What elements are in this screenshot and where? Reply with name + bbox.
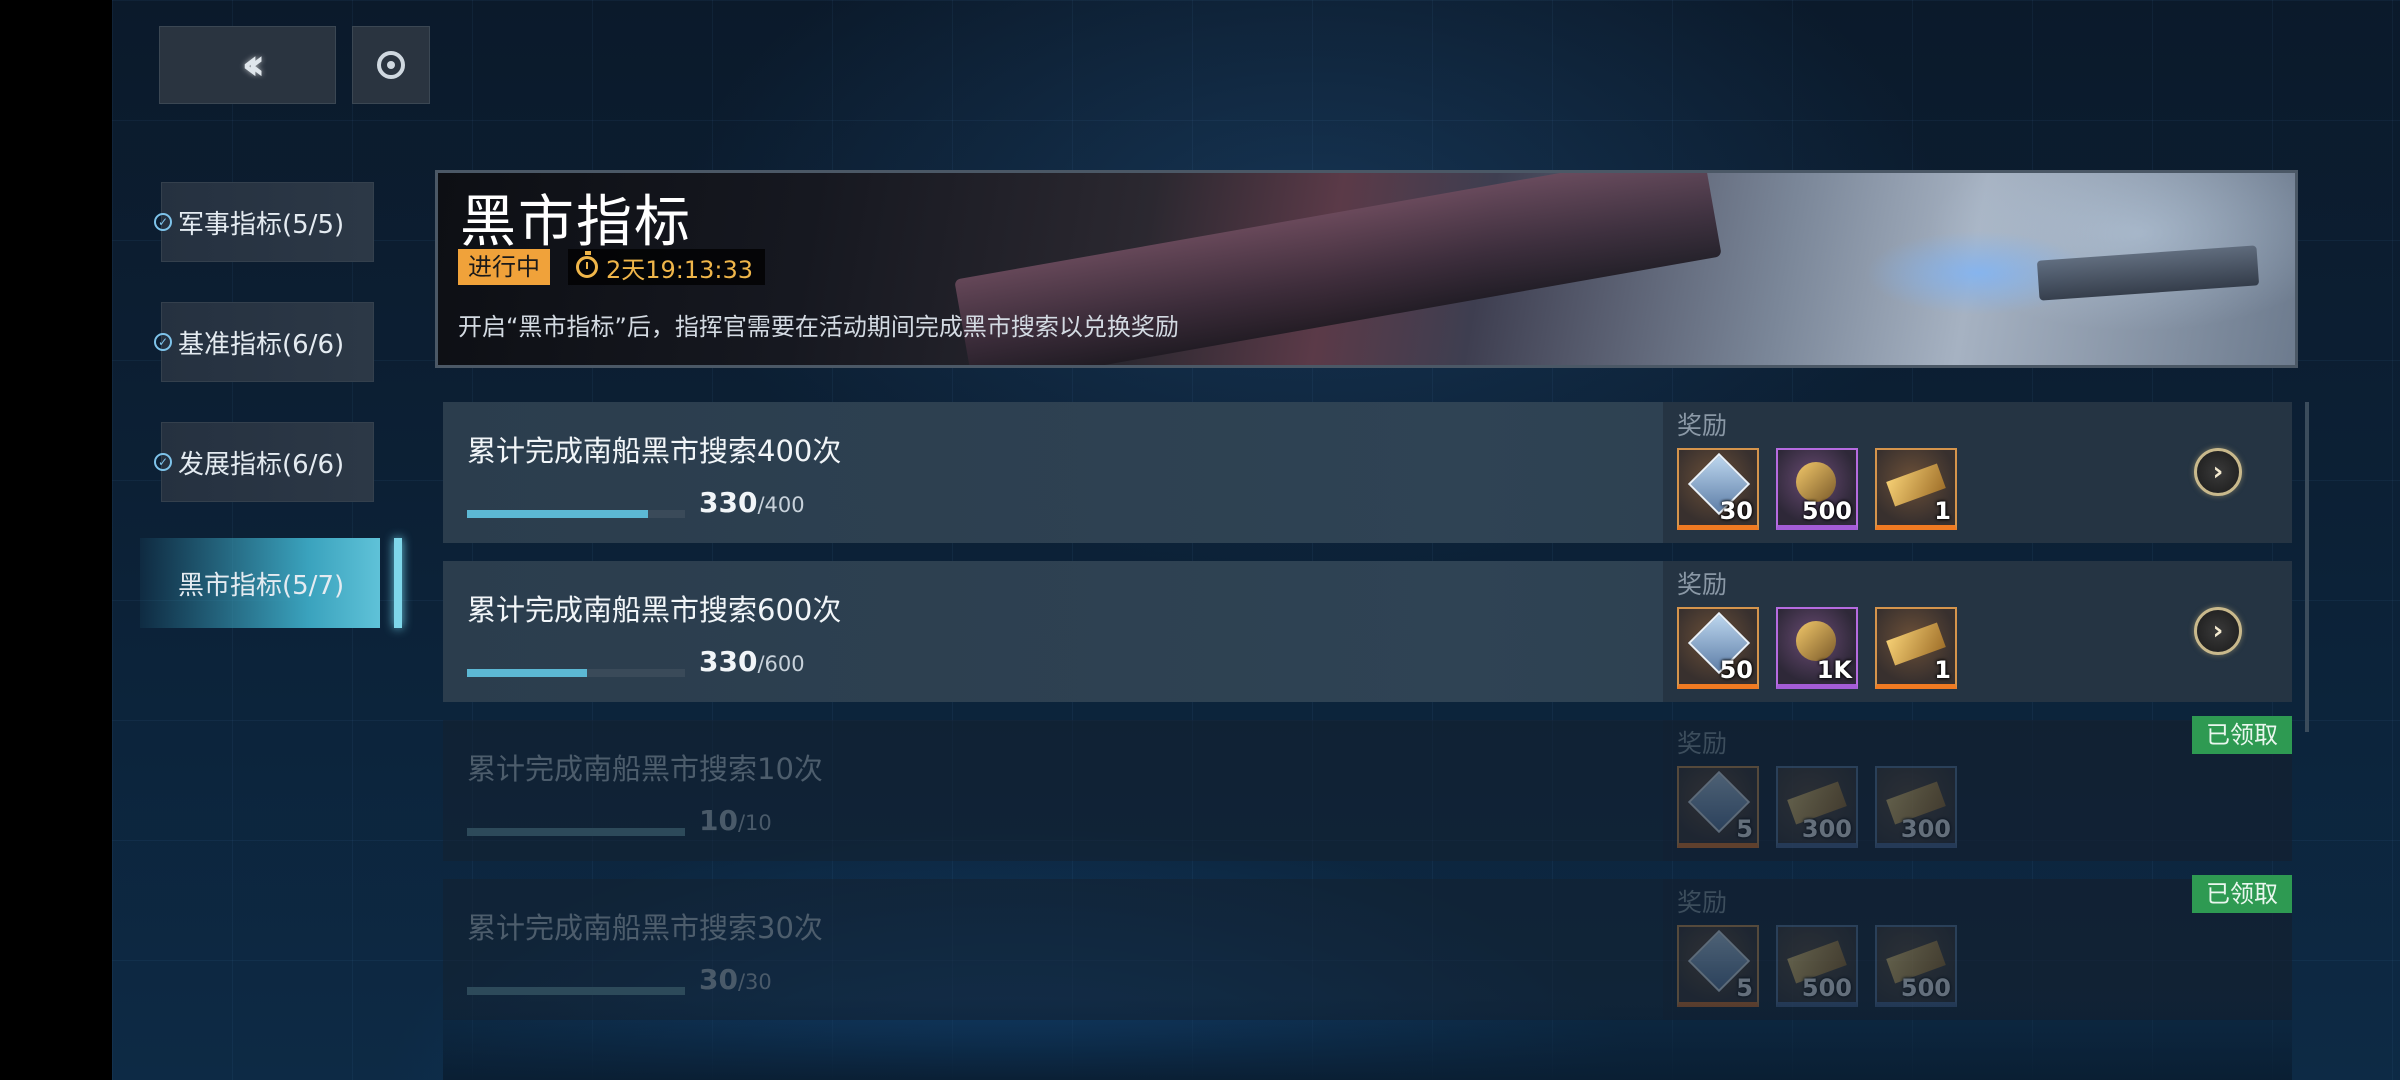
sidebar-item-benchmark[interactable]: ✓ 基准指标(6/6) [154, 302, 374, 382]
progress-current: 10 [699, 804, 738, 837]
progress-bar [467, 510, 685, 518]
go-button[interactable]: › [2194, 607, 2242, 655]
reward-count: 1 [1934, 497, 1951, 525]
reward-item[interactable]: 1K [1776, 607, 1858, 689]
reward-count: 1K [1816, 656, 1852, 684]
progress-max: /400 [757, 493, 805, 517]
refresh-button[interactable] [352, 26, 430, 104]
reward-panel: 奖励 30 500 1 › [1663, 402, 2292, 543]
reward-item[interactable]: 500 [1776, 448, 1858, 530]
task-row: 累计完成南船黑市搜索400次 330/400 奖励 30 500 1 › [443, 402, 2292, 543]
check-icon: ✓ [154, 453, 172, 471]
status-badge: 进行中 [458, 249, 550, 285]
reward-count: 5 [1736, 815, 1753, 843]
task-row: 累计完成南船黑市搜索10次 10/10 奖励 5 300 300 已领取 [443, 716, 2292, 861]
reward-label: 奖励 [1677, 729, 1728, 758]
countdown-timer: 2天19:13:33 [568, 249, 766, 285]
gold-ore-icon [1796, 462, 1836, 502]
reward-item[interactable]: 1 [1875, 448, 1957, 530]
progress-fill [467, 510, 648, 518]
banner-artwork [2036, 245, 2260, 301]
timer-text: 2天19:13:33 [606, 255, 754, 284]
sidebar-item-black-market[interactable]: 黑市指标(5/7) [140, 538, 402, 628]
reward-item[interactable]: 1 [1875, 607, 1957, 689]
double-chevron-left-icon: ‹‹ [241, 39, 266, 90]
task-row: 累计完成南船黑市搜索600次 330/600 奖励 50 1K 1 › [443, 561, 2292, 702]
reward-item[interactable]: 50 [1677, 607, 1759, 689]
reward-count: 50 [1719, 656, 1753, 684]
reward-label: 奖励 [1677, 570, 1728, 599]
page-title: 黑市指标 [460, 190, 692, 255]
stopwatch-icon [576, 251, 598, 278]
reward-count: 500 [1801, 497, 1852, 525]
progress-value: 30/30 [699, 963, 772, 996]
refresh-ring-icon [377, 51, 405, 79]
progress-max: /600 [757, 652, 805, 676]
chevron-right-icon: › [2212, 457, 2224, 487]
sidebar-item-military[interactable]: ✓ 军事指标(5/5) [154, 182, 374, 262]
reward-count: 300 [1801, 815, 1852, 843]
sidebar-item-label: 军事指标(5/5) [178, 209, 345, 240]
progress-value: 330/400 [699, 486, 805, 519]
chevron-right-icon: › [2212, 616, 2224, 646]
task-title: 累计完成南船黑市搜索400次 [467, 434, 842, 468]
screen: ‹‹ ✓ 军事指标(5/5) ✓ 基准指标(6/6) ✓ 发展指标(6/6) 黑… [112, 0, 2400, 1080]
reward-panel: 奖励 50 1K 1 › [1663, 561, 2292, 702]
check-icon: ✓ [154, 213, 172, 231]
claimed-badge: 已领取 [2192, 875, 2292, 913]
progress-current: 330 [699, 645, 758, 678]
sidebar-item-label: 基准指标(6/6) [178, 329, 345, 360]
reward-count: 1 [1934, 656, 1951, 684]
scrollbar[interactable] [2305, 402, 2309, 732]
progress-fill [467, 669, 587, 677]
sidebar-item-label: 黑市指标(5/7) [178, 570, 345, 601]
claimed-badge: 已领取 [2192, 716, 2292, 754]
reward-label: 奖励 [1677, 411, 1728, 440]
progress-current: 30 [699, 963, 738, 996]
progress-bar [467, 828, 685, 836]
reward-item[interactable]: 300 [1776, 766, 1858, 848]
event-banner: 黑市指标 进行中 2天19:13:33 开启“黑市指标”后，指挥官需要在活动期间… [435, 170, 2298, 368]
progress-current: 330 [699, 486, 758, 519]
back-button[interactable]: ‹‹ [159, 26, 336, 104]
sidebar-item-label: 发展指标(6/6) [178, 449, 345, 480]
go-button[interactable]: › [2194, 448, 2242, 496]
task-title: 累计完成南船黑市搜索30次 [467, 911, 823, 945]
progress-bar [467, 987, 685, 995]
progress-value: 10/10 [699, 804, 772, 837]
reward-count: 300 [1900, 815, 1951, 843]
progress-value: 330/600 [699, 645, 805, 678]
reward-label: 奖励 [1677, 888, 1728, 917]
reward-item[interactable]: 5 [1677, 766, 1759, 848]
check-icon: ✓ [154, 333, 172, 351]
reward-item[interactable]: 500 [1776, 925, 1858, 1007]
task-title: 累计完成南船黑市搜索600次 [467, 593, 842, 627]
task-title: 累计完成南船黑市搜索10次 [467, 752, 823, 786]
reward-item[interactable]: 30 [1677, 448, 1759, 530]
list-fade [443, 998, 2292, 1080]
sidebar-item-development[interactable]: ✓ 发展指标(6/6) [154, 422, 374, 502]
gold-ore-icon [1796, 621, 1836, 661]
reward-item[interactable]: 500 [1875, 925, 1957, 1007]
event-description: 开启“黑市指标”后，指挥官需要在活动期间完成黑市搜索以兑换奖励 [458, 313, 1179, 341]
progress-bar [467, 669, 685, 677]
progress-fill [467, 987, 685, 995]
reward-count: 30 [1719, 497, 1753, 525]
progress-max: /10 [737, 811, 772, 835]
reward-item[interactable]: 5 [1677, 925, 1759, 1007]
reward-item[interactable]: 300 [1875, 766, 1957, 848]
progress-max: /30 [737, 970, 772, 994]
progress-fill [467, 828, 685, 836]
